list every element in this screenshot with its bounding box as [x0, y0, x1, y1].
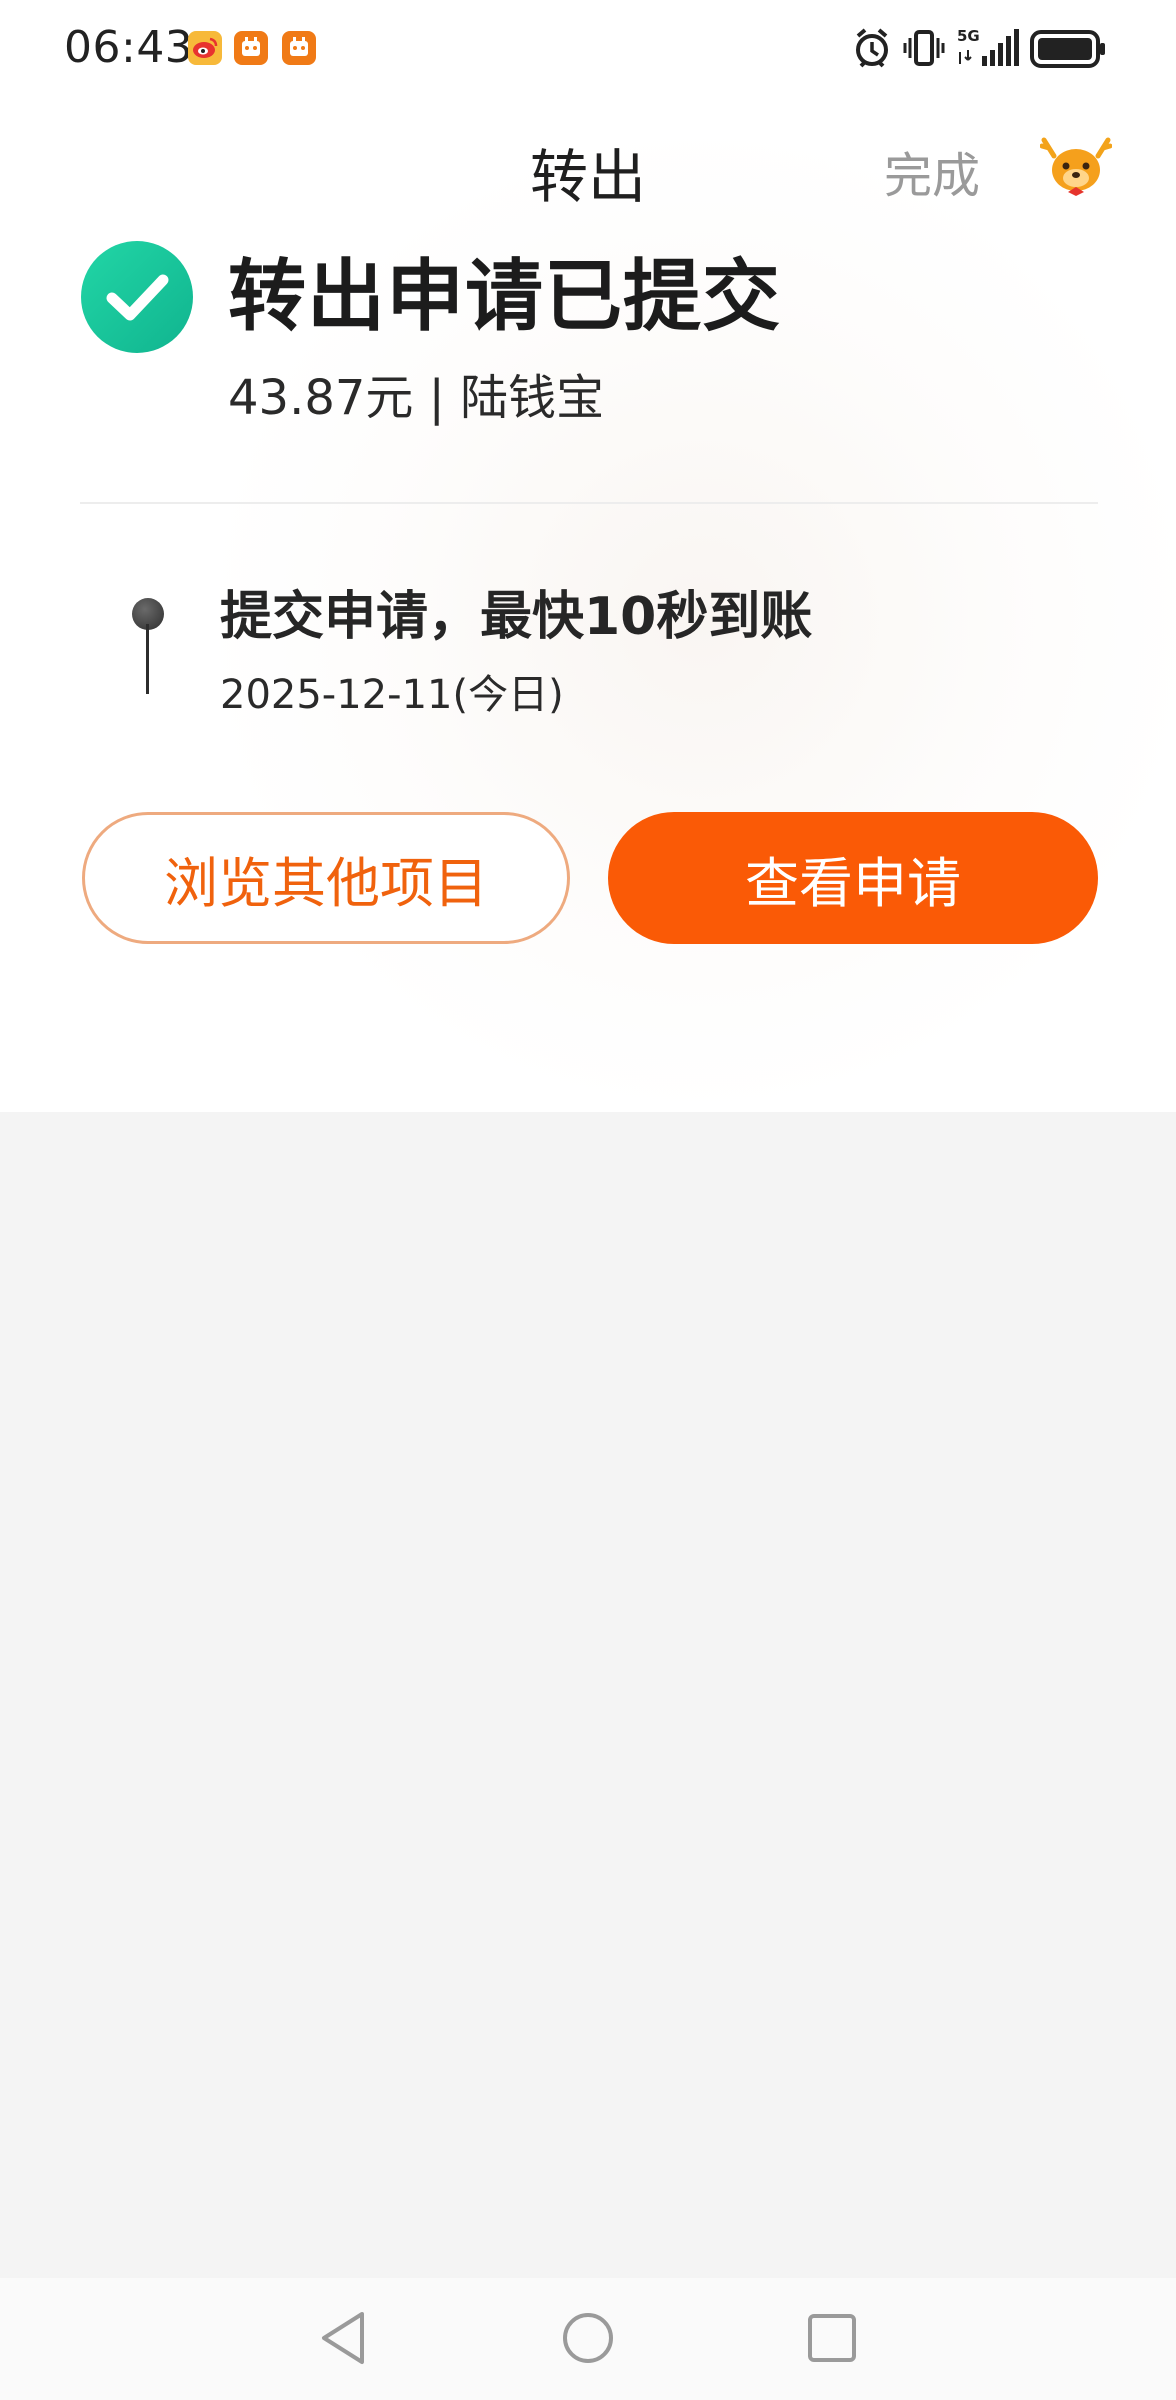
deer-mascot-icon[interactable]: [1039, 134, 1113, 204]
app-notification-icon: [234, 31, 268, 65]
page-title: 转出: [529, 143, 646, 211]
vibrate-icon: [902, 26, 946, 74]
success-check-icon: [80, 240, 194, 358]
battery-icon: [1030, 30, 1108, 74]
back-icon[interactable]: [314, 2308, 370, 2372]
screen: 06:43 5G 转出 完成 转出申请已提交 43.87元 | 陆钱宝 提交申请…: [0, 0, 1176, 2400]
5g-signal-icon: 5G: [956, 26, 1022, 74]
status-bar: 06:43 5G: [0, 0, 1176, 100]
browse-button-label: 浏览其他项目: [164, 851, 488, 915]
timeline-line: [146, 624, 149, 694]
alarm-icon: [852, 26, 892, 74]
app-notification-icon: [282, 31, 316, 65]
system-nav-bar: [0, 2278, 1176, 2400]
view-application-button[interactable]: 查看申请: [608, 812, 1098, 944]
timeline-step-date: 2025-12-11(今日): [220, 672, 564, 718]
home-icon[interactable]: [558, 2308, 618, 2372]
recents-icon[interactable]: [804, 2308, 860, 2372]
divider: [80, 502, 1098, 504]
result-panel: 06:43 5G 转出 完成 转出申请已提交 43.87元 | 陆钱宝 提交申请…: [0, 0, 1176, 1112]
timeline-step-text: 提交申请，最快10秒到账: [220, 587, 813, 647]
weibo-icon: [188, 31, 222, 65]
amount-line: 43.87元 | 陆钱宝: [228, 370, 605, 426]
result-title: 转出申请已提交: [228, 252, 782, 342]
done-button[interactable]: 完成: [884, 136, 980, 206]
status-time: 06:43: [64, 22, 194, 73]
browse-other-projects-button[interactable]: 浏览其他项目: [82, 812, 570, 944]
view-button-label: 查看申请: [745, 851, 961, 915]
svg-text:5G: 5G: [957, 27, 980, 45]
